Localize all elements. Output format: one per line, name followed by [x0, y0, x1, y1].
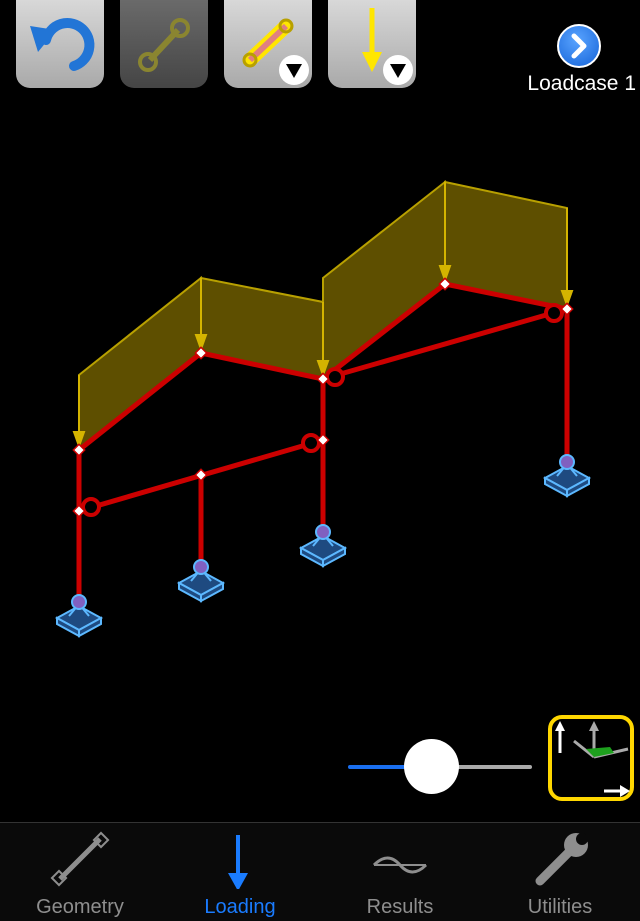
tab-label: Loading	[204, 896, 276, 918]
view-orientation-button[interactable]	[548, 715, 634, 801]
geometry-member-icon	[50, 831, 110, 887]
loading-arrow-icon	[228, 835, 248, 889]
fixed-support-icon[interactable]	[54, 594, 104, 638]
axes-view-icon	[555, 721, 630, 797]
add-member-button[interactable]	[120, 0, 208, 88]
member-load-icon	[242, 18, 309, 85]
member-load-button[interactable]	[224, 0, 312, 88]
fixed-support-icon[interactable]	[176, 559, 226, 603]
tab-label: Geometry	[36, 896, 124, 918]
tab-label: Results	[366, 896, 434, 918]
undo-arrow-icon	[30, 18, 95, 71]
tab-results[interactable]: Results	[320, 823, 480, 921]
tab-geometry[interactable]: Geometry	[0, 823, 160, 921]
member-link-icon	[138, 18, 190, 72]
next-loadcase-button[interactable]	[557, 24, 601, 68]
chevron-right-icon	[571, 33, 587, 59]
tab-utilities[interactable]: Utilities	[480, 823, 640, 921]
down-arrow-load-icon	[362, 8, 413, 85]
tab-bar: Geometry Loading Results Utilities	[0, 822, 640, 921]
fixed-support-icon[interactable]	[298, 524, 348, 568]
undo-button[interactable]	[16, 0, 104, 88]
loadcase-label: Loadcase 1	[527, 72, 636, 95]
tab-loading[interactable]: Loading	[160, 823, 320, 921]
zoom-slider[interactable]	[348, 738, 532, 794]
slider-thumb[interactable]	[403, 739, 459, 794]
wrench-icon	[535, 833, 588, 886]
results-wave-icon	[372, 856, 428, 874]
structure-canvas[interactable]	[0, 100, 640, 700]
tab-label: Utilities	[527, 896, 593, 918]
fixed-support-icon[interactable]	[542, 454, 592, 498]
point-load-button[interactable]	[328, 0, 416, 88]
